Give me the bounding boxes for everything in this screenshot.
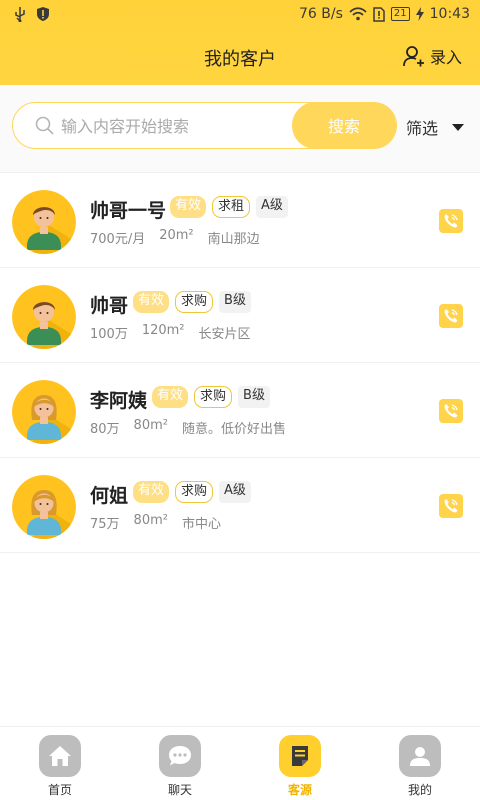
tab-profile[interactable]: 我的	[390, 735, 450, 798]
charging-icon	[415, 7, 424, 21]
phone-call-icon[interactable]	[439, 209, 463, 233]
level-badge: A级	[256, 196, 288, 218]
tab-client-source-label: 客源	[287, 783, 312, 797]
customer-row[interactable]: 帅哥 有效 求购 B级 100万 120m² 长安片区	[0, 268, 480, 363]
status-badge: 有效	[133, 481, 170, 503]
female-avatar-icon	[12, 475, 76, 539]
search-area: 搜索 筛选	[0, 85, 480, 173]
customer-name: 帅哥	[90, 295, 129, 317]
phone-call-icon[interactable]	[439, 399, 463, 423]
tab-home[interactable]: 首页	[30, 735, 90, 798]
customer-location: 市中心	[181, 517, 221, 532]
battery-indicator: 21	[390, 7, 410, 21]
customer-info: 700元/月 20m² 南山那边	[90, 228, 260, 247]
customer-tags: 有效 求购 A级	[133, 481, 251, 503]
profile-icon	[399, 735, 441, 777]
level-badge: B级	[238, 386, 270, 408]
tab-client-source[interactable]: 客源	[270, 735, 330, 798]
tab-chat-label: 聊天	[167, 783, 192, 797]
customer-row[interactable]: 帅哥一号 有效 求租 A级 700元/月 20m² 南山那边	[0, 173, 480, 268]
customer-price: 75万	[90, 517, 120, 532]
tab-profile-label: 我的	[407, 783, 432, 797]
enter-label: 录入	[429, 48, 462, 67]
female-avatar-icon	[12, 380, 76, 444]
header-background: 76 B/s 21 10:43 我的客户 录入	[0, 0, 480, 85]
male-avatar-icon	[12, 190, 76, 254]
customer-area: 80m²	[133, 513, 168, 528]
customer-price: 80万	[90, 422, 120, 437]
customer-price: 100万	[90, 327, 128, 342]
demand-type-badge: 求租	[212, 196, 251, 218]
status-badge: 有效	[152, 386, 189, 408]
customer-location: 长安片区	[198, 327, 251, 342]
triangle-down-icon	[452, 123, 465, 131]
customer-tags: 有效 求租 A级	[170, 196, 288, 218]
male-avatar-icon	[12, 285, 76, 349]
customer-info: 75万 80m² 市中心	[90, 513, 221, 532]
filter-dropdown[interactable]: 筛选	[406, 115, 465, 139]
customer-name: 帅哥一号	[90, 200, 167, 222]
level-badge: B级	[219, 291, 251, 313]
customer-list: 帅哥一号 有效 求租 A级 700元/月 20m² 南山那边 帅哥 有效 求购 …	[0, 173, 480, 553]
customer-area: 80m²	[133, 418, 168, 433]
search-input[interactable]	[61, 113, 291, 139]
customer-info: 80万 80m² 随意。低价好出售	[90, 418, 286, 437]
customer-location: 随意。低价好出售	[181, 422, 286, 437]
search-box: 搜索	[12, 101, 397, 149]
bottom-tab-bar: 首页 聊天 客源 我的	[0, 726, 480, 800]
customer-price: 700元/月	[90, 232, 146, 247]
demand-type-badge: 求购	[175, 481, 214, 503]
demand-type-badge: 求购	[175, 291, 214, 313]
customer-tags: 有效 求购 B级	[133, 291, 251, 313]
customer-name: 何姐	[90, 485, 129, 507]
customer-tags: 有效 求购 B级	[152, 386, 270, 408]
client-source-icon	[279, 735, 321, 777]
tab-chat[interactable]: 聊天	[150, 735, 210, 798]
wifi-icon	[349, 7, 367, 21]
status-badge: 有效	[170, 196, 207, 218]
customer-location: 南山那边	[207, 232, 260, 247]
customer-row[interactable]: 何姐 有效 求购 A级 75万 80m² 市中心	[0, 458, 480, 553]
usb-icon	[15, 7, 25, 22]
home-icon	[39, 735, 81, 777]
search-button[interactable]: 搜索	[292, 101, 396, 149]
chat-icon	[159, 735, 201, 777]
shield-alert-icon	[37, 7, 49, 21]
phone-call-icon[interactable]	[439, 494, 463, 518]
add-user-icon	[403, 46, 424, 67]
status-bar: 76 B/s 21 10:43	[0, 0, 480, 30]
demand-type-badge: 求购	[194, 386, 233, 408]
phone-call-icon[interactable]	[439, 304, 463, 328]
clock: 10:43	[429, 6, 470, 22]
search-icon	[35, 116, 54, 135]
customer-area: 120m²	[141, 323, 185, 338]
customer-area: 20m²	[159, 228, 194, 243]
enter-customer-button[interactable]: 录入	[402, 44, 462, 68]
network-speed: 76 B/s	[299, 6, 343, 22]
status-badge: 有效	[133, 291, 170, 313]
level-badge: A级	[219, 481, 251, 503]
customer-info: 100万 120m² 长安片区	[90, 323, 251, 342]
filter-label: 筛选	[406, 119, 439, 138]
customer-name: 李阿姨	[90, 390, 148, 412]
nav-bar: 我的客户 录入	[0, 38, 480, 78]
tab-home-label: 首页	[47, 783, 72, 797]
customer-row[interactable]: 李阿姨 有效 求购 B级 80万 80m² 随意。低价好出售	[0, 363, 480, 458]
sim-alert-icon	[373, 6, 385, 22]
